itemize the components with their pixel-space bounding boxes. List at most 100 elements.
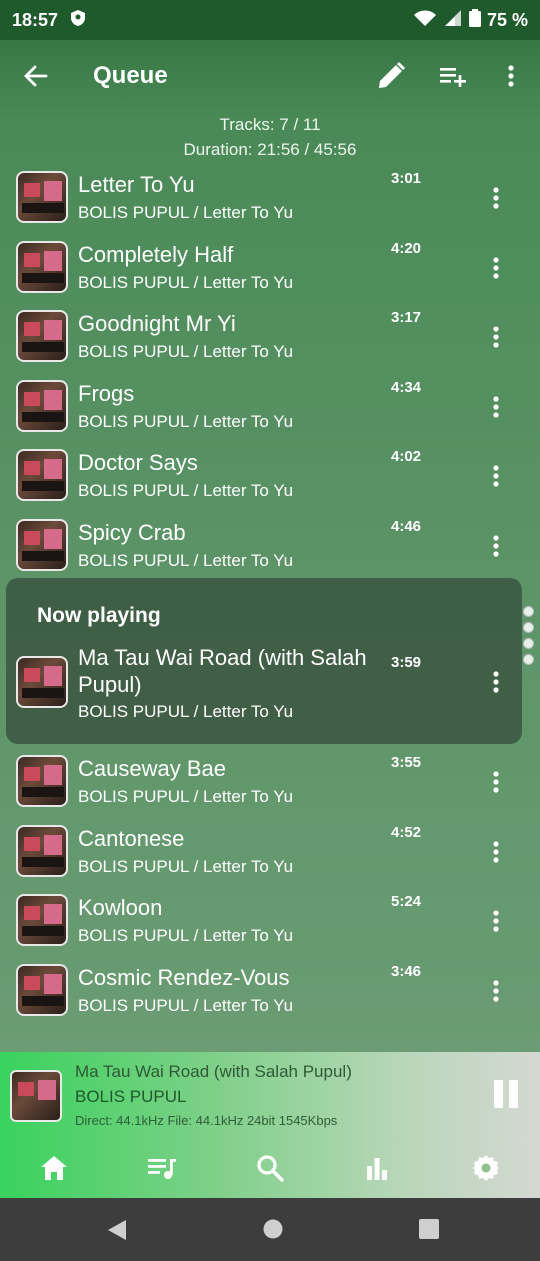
album-art-thumbnail xyxy=(16,963,68,1016)
track-title: Cosmic Rendez-Vous xyxy=(78,964,290,990)
track-duration: 3:01 xyxy=(391,170,422,187)
track-subtitle: BOLIS PUPUL / Letter To Yu xyxy=(78,926,294,945)
more-vert-icon[interactable] xyxy=(484,532,508,560)
track-subtitle: BOLIS PUPUL / Letter To Yu xyxy=(78,272,294,292)
list-item[interactable]: Letter To Yu BOLIS PUPUL / Letter To Yu … xyxy=(0,166,540,236)
track-duration: 4:34 xyxy=(391,378,422,396)
track-subtitle: BOLIS PUPUL / Letter To Yu xyxy=(78,787,294,806)
list-item[interactable]: Completely Half BOLIS PUPUL / Letter To … xyxy=(0,236,540,306)
mini-player-title: Ma Tau Wai Road (with Salah Pupul) xyxy=(75,1062,352,1081)
more-vert-icon[interactable] xyxy=(484,323,508,351)
track-title: Doctor Says xyxy=(78,450,198,475)
album-art-thumbnail xyxy=(16,449,68,501)
track-duration: 4:02 xyxy=(391,448,422,465)
more-vert-icon[interactable] xyxy=(484,668,508,696)
list-item[interactable]: Spicy Crab BOLIS PUPUL / Letter To Yu 4:… xyxy=(0,514,540,584)
track-title: Spicy Crab xyxy=(78,519,186,545)
track-subtitle: BOLIS PUPUL / Letter To Yu xyxy=(78,856,294,876)
track-subtitle: BOLIS PUPUL / Letter To Yu xyxy=(78,995,294,1015)
playlist-add-icon[interactable] xyxy=(433,56,473,96)
now-playing-label: Now playing xyxy=(37,604,161,627)
album-art-thumbnail xyxy=(16,310,68,362)
bottom-tab-bar xyxy=(0,1140,540,1196)
shield-icon xyxy=(70,9,86,32)
status-time: 18:57 xyxy=(12,9,59,30)
track-duration: 5:24 xyxy=(391,893,422,910)
list-item[interactable]: Frogs BOLIS PUPUL / Letter To Yu 4:34 xyxy=(0,375,540,445)
album-art-thumbnail xyxy=(10,1070,62,1122)
track-title: Goodnight Mr Yi xyxy=(78,311,236,336)
nav-home-icon[interactable] xyxy=(262,1218,284,1245)
track-title: Cantonese xyxy=(78,825,185,851)
mini-player-audio-info: Direct: 44.1kHz File: 44.1kHz 24bit 1545… xyxy=(75,1113,338,1128)
track-title: Completely Half xyxy=(78,241,234,267)
more-vert-icon[interactable] xyxy=(484,462,508,490)
signal-icon xyxy=(443,9,463,32)
track-subtitle: BOLIS PUPUL / Letter To Yu xyxy=(78,203,294,222)
more-vert-icon[interactable] xyxy=(484,907,508,935)
track-title: Frogs xyxy=(78,380,135,406)
home-icon[interactable] xyxy=(34,1150,74,1186)
track-title: Causeway Bae xyxy=(78,756,226,781)
queue-stats: Tracks: 7 / 11 Duration: 21:56 / 45:56 xyxy=(0,112,540,162)
album-art-thumbnail xyxy=(16,379,68,432)
album-art-thumbnail xyxy=(16,171,68,223)
album-art-thumbnail xyxy=(16,894,68,946)
mini-player[interactable]: Ma Tau Wai Road (with Salah Pupul) BOLIS… xyxy=(0,1052,540,1198)
track-duration: 4:46 xyxy=(391,517,422,535)
system-nav-bar xyxy=(0,1198,540,1261)
more-vert-icon[interactable] xyxy=(484,184,508,212)
track-title: Kowloon xyxy=(78,895,163,920)
list-item[interactable]: Cosmic Rendez-Vous BOLIS PUPUL / Letter … xyxy=(0,959,540,1029)
back-arrow-icon[interactable] xyxy=(18,58,54,94)
more-vert-icon[interactable] xyxy=(484,977,508,1005)
track-duration: 3:17 xyxy=(391,309,422,326)
nav-recents-icon[interactable] xyxy=(418,1218,440,1245)
album-art-thumbnail xyxy=(16,656,68,708)
album-art-thumbnail xyxy=(16,824,68,877)
more-vert-icon[interactable] xyxy=(484,768,508,796)
track-duration: 3:59 xyxy=(391,654,422,671)
track-subtitle: BOLIS PUPUL / Letter To Yu xyxy=(78,702,294,721)
track-title: Letter To Yu xyxy=(78,172,195,197)
track-duration: 3:46 xyxy=(391,962,422,980)
duration-total: Duration: 21:56 / 45:56 xyxy=(183,140,357,159)
equalizer-icon[interactable] xyxy=(357,1150,397,1186)
mini-player-artist: BOLIS PUPUL xyxy=(75,1087,187,1106)
nav-back-icon[interactable] xyxy=(106,1218,128,1247)
search-icon[interactable] xyxy=(250,1150,290,1186)
track-title: Ma Tau Wai Road (with Salah Pupul) xyxy=(78,645,367,697)
now-playing-card[interactable]: Now playing Ma Tau Wai Road (with Salah … xyxy=(6,578,522,744)
app-bar: Queue xyxy=(0,40,540,112)
status-bar: 18:57 75 % xyxy=(0,0,540,40)
queue-list: Letter To Yu BOLIS PUPUL / Letter To Yu … xyxy=(0,166,540,583)
settings-icon[interactable] xyxy=(466,1150,506,1186)
list-item[interactable]: Causeway Bae BOLIS PUPUL / Letter To Yu … xyxy=(0,750,540,820)
queue-music-icon[interactable] xyxy=(142,1150,182,1186)
track-duration: 4:20 xyxy=(391,239,422,257)
more-vert-icon[interactable] xyxy=(484,393,508,421)
wifi-icon xyxy=(413,9,437,32)
list-item[interactable]: Cantonese BOLIS PUPUL / Letter To Yu 4:5… xyxy=(0,820,540,890)
album-art-thumbnail xyxy=(16,240,68,293)
battery-icon xyxy=(468,8,481,32)
more-vert-icon[interactable] xyxy=(484,838,508,866)
battery-percent: 75 % xyxy=(486,9,528,30)
list-item[interactable]: Goodnight Mr Yi BOLIS PUPUL / Letter To … xyxy=(0,305,540,375)
album-art-thumbnail xyxy=(16,518,68,571)
list-item[interactable]: Kowloon BOLIS PUPUL / Letter To Yu 5:24 xyxy=(0,889,540,959)
track-duration: 3:55 xyxy=(391,754,422,771)
more-vert-icon[interactable] xyxy=(484,254,508,282)
track-subtitle: BOLIS PUPUL / Letter To Yu xyxy=(78,342,294,361)
track-subtitle: BOLIS PUPUL / Letter To Yu xyxy=(78,550,294,570)
pause-icon[interactable] xyxy=(492,1080,522,1110)
tracks-count: Tracks: 7 / 11 xyxy=(219,115,321,134)
page-title: Queue xyxy=(93,62,168,89)
list-item[interactable]: Doctor Says BOLIS PUPUL / Letter To Yu 4… xyxy=(0,444,540,514)
fast-scroll-handle[interactable] xyxy=(523,606,535,670)
track-subtitle: BOLIS PUPUL / Letter To Yu xyxy=(78,411,294,431)
overflow-menu-icon[interactable] xyxy=(491,56,531,96)
album-art-thumbnail xyxy=(16,755,68,807)
edit-pencil-icon[interactable] xyxy=(371,56,411,96)
queue-list-upcoming: Causeway Bae BOLIS PUPUL / Letter To Yu … xyxy=(0,750,540,1028)
